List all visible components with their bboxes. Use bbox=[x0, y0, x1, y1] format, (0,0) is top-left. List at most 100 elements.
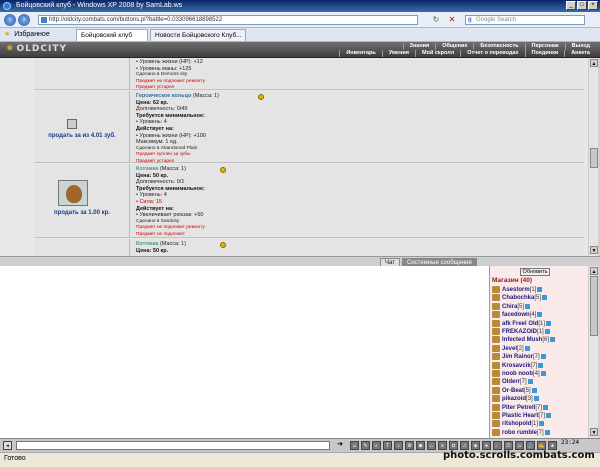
bell-icon[interactable]: ♠ bbox=[548, 441, 557, 450]
player-name[interactable]: Chira bbox=[502, 304, 517, 310]
sell-button[interactable]: продать за из 4.01 зуб. bbox=[34, 133, 130, 139]
player-info-icon[interactable] bbox=[543, 404, 549, 410]
player-name[interactable]: Asestorm bbox=[502, 287, 530, 293]
scroll-down-icon[interactable]: ▼ bbox=[590, 246, 598, 254]
info-icon[interactable] bbox=[258, 94, 264, 100]
minimize-button[interactable]: _ bbox=[566, 1, 576, 10]
player-name[interactable]: Or-Beat bbox=[502, 388, 524, 394]
scroll-thumb[interactable] bbox=[590, 148, 598, 168]
player-name[interactable]: Jim Rainor bbox=[502, 354, 533, 360]
private-message-icon[interactable] bbox=[492, 319, 500, 327]
player-name[interactable]: noob noob bbox=[502, 371, 533, 377]
player-info-icon[interactable] bbox=[539, 421, 545, 427]
notes-icon[interactable]: ♩ bbox=[493, 441, 502, 450]
menu-exit[interactable]: Выход bbox=[564, 43, 596, 50]
scroll-thumb[interactable] bbox=[590, 276, 598, 336]
private-message-icon[interactable] bbox=[492, 361, 500, 369]
back-icon[interactable]: ‹ bbox=[4, 14, 16, 26]
reload-icon[interactable]: ↻ bbox=[431, 15, 441, 25]
player-name[interactable]: Infected Mush bbox=[502, 337, 542, 343]
refresh-button[interactable]: Обновить bbox=[520, 268, 550, 276]
chat-mode-icon[interactable]: ◂ bbox=[3, 441, 12, 450]
menu-profile[interactable]: Анкета bbox=[564, 50, 596, 57]
item-name[interactable]: Котомка bbox=[136, 241, 158, 247]
filter-icon[interactable]: ◐ bbox=[372, 441, 381, 450]
search-input[interactable]: g Google Search bbox=[465, 15, 585, 25]
smiles-icon[interactable]: ☺ bbox=[350, 441, 359, 450]
main-scrollbar[interactable]: ▲ ▼ bbox=[588, 58, 598, 256]
player-name[interactable]: Piter Petrell bbox=[502, 405, 535, 411]
scroll-up-icon[interactable]: ▲ bbox=[590, 59, 598, 67]
player-name[interactable]: robo rumble bbox=[502, 430, 537, 436]
face-icon[interactable]: ☺ bbox=[515, 441, 524, 450]
private-message-icon[interactable] bbox=[492, 412, 500, 419]
private-message-icon[interactable] bbox=[492, 378, 500, 386]
player-info-icon[interactable] bbox=[540, 371, 546, 376]
item-name[interactable]: Героическое кольцо bbox=[136, 93, 191, 99]
player-info-icon[interactable] bbox=[537, 287, 543, 292]
menu-battles[interactable]: Поединки bbox=[524, 50, 565, 57]
scroll-down-icon[interactable]: ▼ bbox=[590, 428, 598, 436]
menu-scroll[interactable]: Мой скролл bbox=[415, 50, 460, 57]
player-info-icon[interactable] bbox=[538, 362, 544, 368]
player-name[interactable]: Krosavcik bbox=[502, 363, 531, 369]
player-name[interactable]: Plastic Heart bbox=[502, 413, 538, 419]
forward-icon[interactable]: › bbox=[18, 14, 30, 26]
private-message-icon[interactable] bbox=[492, 294, 500, 302]
private-message-icon[interactable] bbox=[492, 353, 500, 361]
music-icon[interactable]: ♫ bbox=[460, 441, 469, 450]
player-info-icon[interactable] bbox=[524, 345, 530, 351]
private-message-icon[interactable] bbox=[492, 328, 500, 335]
private-message-icon[interactable] bbox=[492, 428, 500, 436]
player-info-icon[interactable] bbox=[527, 379, 533, 385]
clear-icon[interactable]: ✎ bbox=[361, 441, 370, 450]
private-message-icon[interactable] bbox=[492, 302, 500, 310]
player-info-icon[interactable] bbox=[544, 429, 550, 435]
menu-inventory[interactable]: Инвентарь bbox=[339, 50, 381, 57]
private-message-icon[interactable] bbox=[492, 420, 500, 428]
sell-button[interactable]: продать за 1.00 кр. bbox=[34, 210, 130, 216]
item-name[interactable]: Котомка bbox=[136, 166, 158, 172]
player-name[interactable]: ritshopold bbox=[502, 421, 531, 427]
anchor-icon[interactable]: ⚓ bbox=[526, 441, 535, 450]
player-info-icon[interactable] bbox=[533, 396, 539, 402]
send-icon[interactable]: ➜ bbox=[335, 441, 345, 450]
player-name[interactable]: FREKAZOID bbox=[502, 329, 537, 335]
favorites-button[interactable]: ★ Избранное bbox=[4, 30, 50, 40]
player-info-icon[interactable] bbox=[546, 320, 552, 326]
settings-icon[interactable]: ⚙ bbox=[405, 441, 414, 450]
private-message-icon[interactable] bbox=[492, 336, 500, 344]
player-info-icon[interactable] bbox=[550, 337, 556, 343]
online-scrollbar[interactable]: ▲ ▼ bbox=[588, 266, 598, 438]
menu-knowledge[interactable]: Знания bbox=[402, 43, 436, 50]
scroll-icon[interactable]: ≡ bbox=[438, 441, 447, 450]
maximize-button[interactable]: □ bbox=[577, 1, 587, 10]
close-button[interactable]: × bbox=[588, 1, 598, 10]
private-message-icon[interactable] bbox=[492, 395, 500, 403]
player-info-icon[interactable] bbox=[542, 295, 548, 301]
player-name[interactable]: Chabochka bbox=[502, 295, 534, 301]
friends-icon[interactable]: ☻ bbox=[416, 441, 425, 450]
player-name[interactable]: Olderr bbox=[502, 379, 520, 385]
menu-communication[interactable]: Общение bbox=[435, 43, 473, 50]
player-name[interactable]: Jevel bbox=[502, 346, 517, 352]
bag-icon[interactable]: ● bbox=[482, 441, 491, 450]
pen-icon[interactable]: ✍ bbox=[537, 441, 546, 450]
info-icon[interactable] bbox=[220, 167, 226, 173]
lock-icon[interactable]: ◘ bbox=[449, 441, 458, 450]
menu-character[interactable]: Персонаж bbox=[524, 43, 565, 50]
player-info-icon[interactable] bbox=[531, 387, 537, 393]
chat-input[interactable] bbox=[16, 441, 330, 450]
url-field[interactable]: http://oldcity.combats.com/buttons.pl?ba… bbox=[38, 15, 418, 25]
menu-transfers[interactable]: Отчет о переводах bbox=[460, 50, 524, 57]
player-name[interactable]: facedown bbox=[502, 312, 530, 318]
chat-area[interactable] bbox=[0, 266, 490, 438]
sound-icon[interactable]: ♪ bbox=[394, 441, 403, 450]
tab-news[interactable]: Новости Бойцовского Клуб... bbox=[150, 29, 246, 41]
player-name[interactable]: pikazoid bbox=[502, 396, 526, 402]
private-message-icon[interactable] bbox=[492, 286, 500, 293]
tab-combats[interactable]: Бойцовский клуб bbox=[76, 29, 148, 41]
private-message-icon[interactable] bbox=[492, 370, 500, 377]
player-info-icon[interactable] bbox=[540, 354, 546, 360]
private-message-icon[interactable] bbox=[492, 386, 500, 394]
